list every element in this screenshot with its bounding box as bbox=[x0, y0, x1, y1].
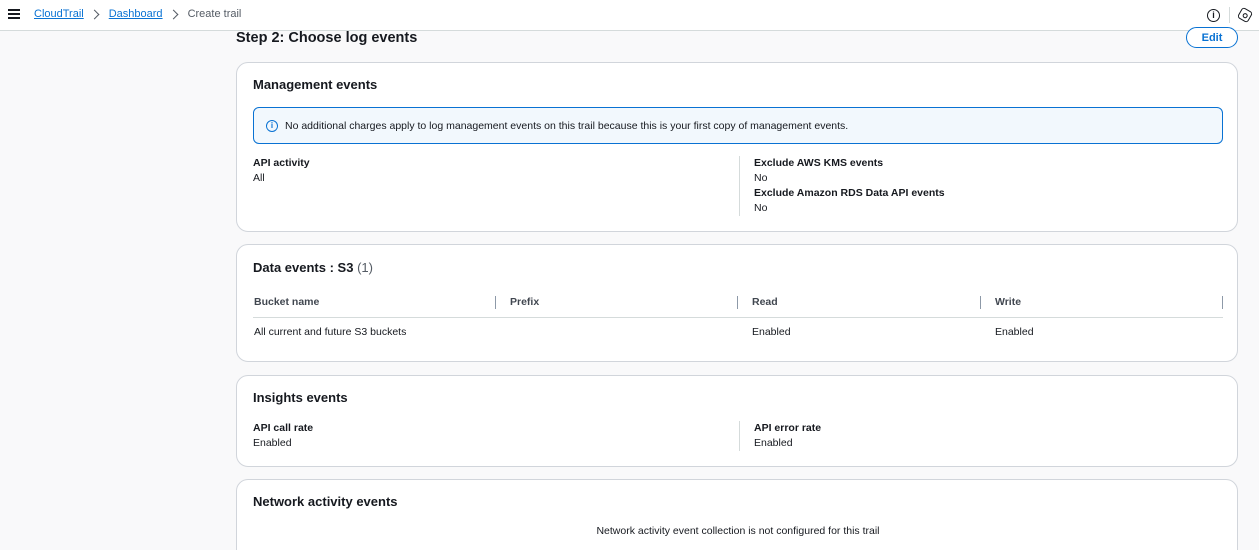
column-resizer[interactable] bbox=[980, 296, 981, 309]
exclude-rds-label: Exclude Amazon RDS Data API events bbox=[754, 187, 945, 199]
chevron-right-icon bbox=[89, 9, 100, 19]
data-events-count: (1) bbox=[357, 260, 373, 275]
info-alert: i No additional charges apply to log man… bbox=[253, 107, 1223, 144]
api-activity-value: All bbox=[253, 172, 265, 184]
column-header-bucket-name[interactable]: Bucket name bbox=[254, 296, 319, 308]
alert-text: No additional charges apply to log manag… bbox=[285, 119, 849, 132]
column-header-write[interactable]: Write bbox=[995, 296, 1021, 308]
table-divider bbox=[253, 317, 1223, 318]
management-events-title: Management events bbox=[253, 77, 378, 92]
menu-icon[interactable] bbox=[8, 9, 20, 19]
insights-events-card: Insights events API call rate Enabled AP… bbox=[236, 375, 1238, 467]
breadcrumb-cloudtrail[interactable]: CloudTrail bbox=[34, 8, 84, 20]
data-events-title-text: Data events : S3 bbox=[253, 260, 354, 275]
cell-read: Enabled bbox=[752, 326, 791, 338]
breadcrumb: CloudTrail Dashboard Create trail bbox=[34, 8, 241, 20]
data-events-title: Data events : S3 (1) bbox=[253, 260, 373, 275]
column-divider bbox=[739, 156, 740, 216]
management-events-card: Management events i No additional charge… bbox=[236, 62, 1238, 232]
exclude-kms-value: No bbox=[754, 172, 768, 184]
chevron-right-icon bbox=[168, 9, 179, 19]
column-header-prefix[interactable]: Prefix bbox=[510, 296, 539, 308]
network-activity-message: Network activity event collection is not… bbox=[596, 525, 880, 537]
insights-events-title: Insights events bbox=[253, 390, 348, 405]
exclude-kms-label: Exclude AWS KMS events bbox=[754, 157, 884, 169]
info-icon: i bbox=[266, 119, 278, 132]
api-activity-label: API activity bbox=[253, 157, 310, 169]
api-error-rate-value: Enabled bbox=[754, 437, 793, 449]
breadcrumb-current: Create trail bbox=[187, 8, 242, 20]
api-call-rate-value: Enabled bbox=[253, 437, 292, 449]
exclude-rds-value: No bbox=[754, 202, 768, 214]
edit-button[interactable]: Edit bbox=[1186, 27, 1238, 48]
breadcrumb-dashboard[interactable]: Dashboard bbox=[109, 8, 163, 20]
column-divider bbox=[739, 421, 740, 451]
network-activity-card: Network activity events Network activity… bbox=[236, 479, 1238, 550]
column-header-read[interactable]: Read bbox=[752, 296, 778, 308]
column-resizer[interactable] bbox=[1222, 296, 1223, 309]
top-navigation: CloudTrail Dashboard Create trail i bbox=[0, 0, 1259, 31]
settings-icon[interactable] bbox=[1236, 6, 1254, 24]
api-call-rate-label: API call rate bbox=[253, 422, 314, 434]
info-icon[interactable]: i bbox=[1207, 8, 1220, 22]
column-resizer[interactable] bbox=[495, 296, 496, 309]
data-events-card: Data events : S3 (1) Bucket name Prefix … bbox=[236, 244, 1238, 362]
column-resizer[interactable] bbox=[737, 296, 738, 309]
network-activity-title: Network activity events bbox=[253, 494, 398, 509]
cell-bucket-name: All current and future S3 buckets bbox=[254, 326, 407, 338]
divider bbox=[1229, 7, 1230, 23]
api-error-rate-label: API error rate bbox=[754, 422, 822, 434]
cell-write: Enabled bbox=[995, 326, 1034, 338]
step-title: Step 2: Choose log events bbox=[236, 30, 418, 46]
